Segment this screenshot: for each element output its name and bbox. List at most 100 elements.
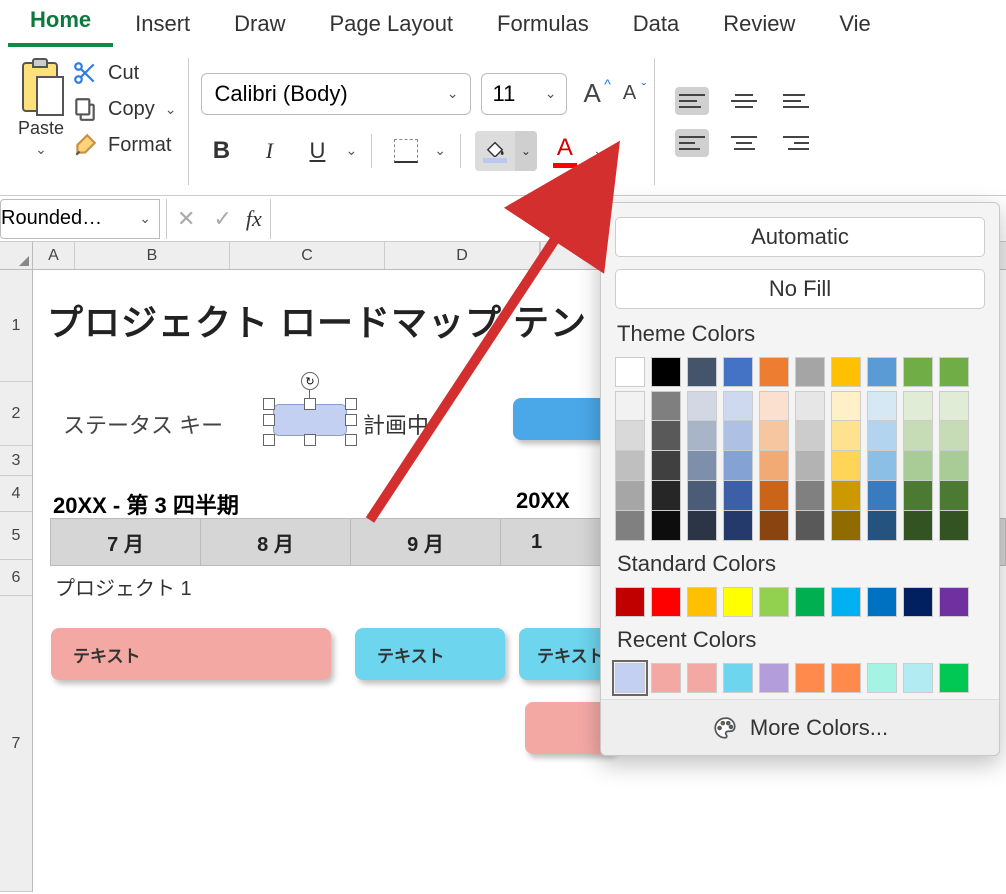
font-name-select[interactable]: Calibri (Body) ⌄ xyxy=(201,73,471,115)
color-swatch[interactable] xyxy=(651,451,681,481)
color-swatch[interactable] xyxy=(759,451,789,481)
paste-button[interactable]: Paste ⌄ xyxy=(18,58,64,158)
color-swatch[interactable] xyxy=(795,357,825,387)
color-swatch[interactable] xyxy=(831,511,861,541)
color-swatch[interactable] xyxy=(867,587,897,617)
align-bottom-button[interactable] xyxy=(779,87,813,115)
automatic-color-button[interactable]: Automatic xyxy=(615,217,985,257)
color-swatch[interactable] xyxy=(615,663,645,693)
color-swatch[interactable] xyxy=(723,481,753,511)
color-swatch[interactable] xyxy=(831,587,861,617)
color-swatch[interactable] xyxy=(687,481,717,511)
color-swatch[interactable] xyxy=(723,511,753,541)
color-swatch[interactable] xyxy=(759,421,789,451)
resize-handle[interactable] xyxy=(345,414,357,426)
color-swatch[interactable] xyxy=(687,587,717,617)
color-swatch[interactable] xyxy=(903,663,933,693)
format-painter-button[interactable]: Format xyxy=(72,132,176,158)
color-swatch[interactable] xyxy=(795,663,825,693)
fill-color-dropdown[interactable]: ⌄ xyxy=(515,131,537,171)
color-swatch[interactable] xyxy=(723,357,753,387)
color-swatch[interactable] xyxy=(651,587,681,617)
color-swatch[interactable] xyxy=(795,481,825,511)
gantt-bar-cyan-2[interactable]: テキスト xyxy=(519,628,609,680)
color-swatch[interactable] xyxy=(615,391,645,421)
color-swatch[interactable] xyxy=(795,511,825,541)
color-swatch[interactable] xyxy=(687,421,717,451)
borders-button[interactable] xyxy=(386,131,426,171)
more-colors-button[interactable]: More Colors... xyxy=(601,699,999,755)
row-header[interactable]: 5 xyxy=(0,512,32,560)
name-box[interactable]: Rounded… ⌄ xyxy=(0,199,160,239)
color-swatch[interactable] xyxy=(651,511,681,541)
color-swatch[interactable] xyxy=(867,357,897,387)
color-swatch[interactable] xyxy=(615,451,645,481)
color-swatch[interactable] xyxy=(651,357,681,387)
column-header[interactable]: B xyxy=(75,242,230,269)
color-swatch[interactable] xyxy=(759,511,789,541)
copy-dropdown[interactable]: ⌄ xyxy=(165,101,177,118)
increase-font-size-button[interactable]: A^ xyxy=(577,78,606,109)
color-swatch[interactable] xyxy=(723,663,753,693)
bold-button[interactable]: B xyxy=(201,131,241,171)
color-swatch[interactable] xyxy=(795,421,825,451)
color-swatch[interactable] xyxy=(867,481,897,511)
decrease-font-size-button[interactable]: Aˇ xyxy=(617,82,642,105)
color-swatch[interactable] xyxy=(939,663,969,693)
color-swatch[interactable] xyxy=(831,481,861,511)
resize-handle[interactable] xyxy=(263,414,275,426)
color-swatch[interactable] xyxy=(795,391,825,421)
color-swatch[interactable] xyxy=(831,451,861,481)
color-swatch[interactable] xyxy=(903,421,933,451)
color-swatch[interactable] xyxy=(795,451,825,481)
color-swatch[interactable] xyxy=(939,357,969,387)
fill-color-button[interactable] xyxy=(475,131,515,171)
borders-dropdown[interactable]: ⌄ xyxy=(434,142,446,159)
color-swatch[interactable] xyxy=(723,391,753,421)
align-center-button[interactable] xyxy=(727,129,761,157)
column-header[interactable]: A xyxy=(33,242,75,269)
color-swatch[interactable] xyxy=(615,587,645,617)
color-swatch[interactable] xyxy=(651,391,681,421)
underline-dropdown[interactable]: ⌄ xyxy=(345,142,357,159)
copy-button[interactable]: Copy ⌄ xyxy=(72,96,176,122)
select-all-corner[interactable] xyxy=(0,242,33,269)
color-swatch[interactable] xyxy=(939,451,969,481)
color-swatch[interactable] xyxy=(867,391,897,421)
resize-handle[interactable] xyxy=(263,434,275,446)
font-color-button[interactable]: A xyxy=(545,131,585,171)
color-swatch[interactable] xyxy=(687,391,717,421)
color-swatch[interactable] xyxy=(939,511,969,541)
color-swatch[interactable] xyxy=(831,663,861,693)
color-swatch[interactable] xyxy=(687,663,717,693)
column-header[interactable]: D xyxy=(385,242,540,269)
color-swatch[interactable] xyxy=(687,511,717,541)
color-swatch[interactable] xyxy=(759,587,789,617)
gantt-bar-cyan-1[interactable]: テキスト xyxy=(355,628,505,680)
font-color-dropdown[interactable]: ⌄ xyxy=(593,142,605,159)
resize-handle[interactable] xyxy=(345,434,357,446)
align-left-button[interactable] xyxy=(675,129,709,157)
row-header[interactable]: 3 xyxy=(0,446,32,476)
accept-formula-button[interactable]: ✓ xyxy=(213,206,231,232)
color-swatch[interactable] xyxy=(939,481,969,511)
row-header[interactable]: 4 xyxy=(0,476,32,512)
color-swatch[interactable] xyxy=(903,451,933,481)
gantt-bar-pink-1[interactable]: テキスト xyxy=(51,628,331,680)
color-swatch[interactable] xyxy=(903,481,933,511)
color-swatch[interactable] xyxy=(615,421,645,451)
tab-home[interactable]: Home xyxy=(8,0,113,47)
color-swatch[interactable] xyxy=(795,587,825,617)
resize-handle[interactable] xyxy=(304,398,316,410)
underline-button[interactable]: U xyxy=(297,131,337,171)
color-swatch[interactable] xyxy=(939,587,969,617)
row-header[interactable]: 2 xyxy=(0,382,32,446)
color-swatch[interactable] xyxy=(759,357,789,387)
resize-handle[interactable] xyxy=(345,398,357,410)
tab-view[interactable]: Vie xyxy=(817,1,892,47)
color-swatch[interactable] xyxy=(723,421,753,451)
color-swatch[interactable] xyxy=(903,391,933,421)
color-swatch[interactable] xyxy=(687,451,717,481)
color-swatch[interactable] xyxy=(651,663,681,693)
color-swatch[interactable] xyxy=(759,663,789,693)
